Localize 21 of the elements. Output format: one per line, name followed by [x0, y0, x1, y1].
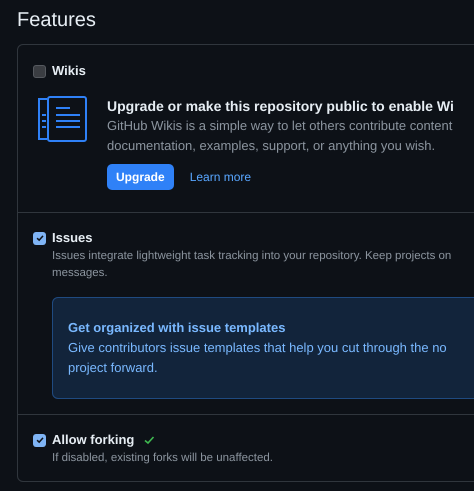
- feature-description: If disabled, existing forks will be unaffected.: [52, 451, 274, 466]
- checkbox[interactable]: [33, 64, 46, 78]
- feature-label: Allow forking: [52, 432, 134, 448]
- checkmark-icon: [34, 233, 44, 243]
- tip-title: Get organized with issue templates: [68, 319, 286, 337]
- section-heading: Features: [17, 8, 97, 33]
- tip-text: Give contributors issue templates that help you cut through the no: [68, 339, 448, 357]
- upgrade-button[interactable]: Upgrade: [107, 164, 174, 190]
- checkbox[interactable]: [33, 434, 46, 446]
- document-icon: [37, 96, 87, 142]
- feature-description: Issues integrate lightweight task tracking into your repository. Keep projects on: [52, 249, 452, 264]
- upsell-text: documentation, examples, support, or anything you wish.: [107, 137, 436, 155]
- feature-label: Issues: [52, 230, 92, 246]
- feature-label: Wikis: [52, 63, 86, 79]
- tip-text: project forward.: [68, 359, 159, 377]
- feature-description: messages.: [52, 266, 109, 281]
- learn-more-link[interactable]: Learn more: [190, 168, 252, 186]
- checkbox[interactable]: [33, 232, 46, 244]
- upsell-title: Upgrade or make this repository public to enable Wi: [107, 97, 454, 116]
- upsell-text: GitHub Wikis is a simple way to let others contribute content: [107, 117, 454, 135]
- checkmark-icon: [34, 435, 44, 445]
